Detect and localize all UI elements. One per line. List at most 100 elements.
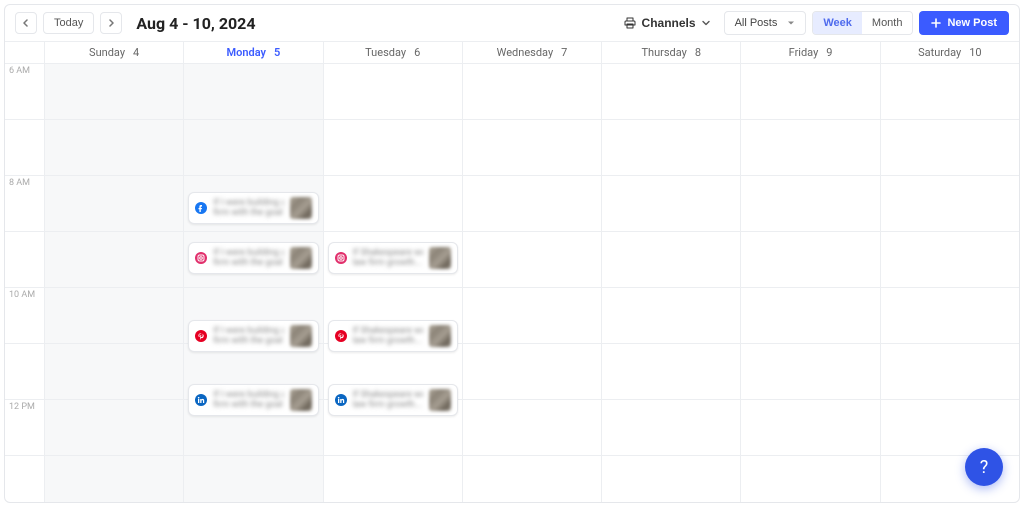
hour-cell[interactable] [463, 456, 601, 503]
channels-dropdown[interactable]: Channels [616, 11, 718, 35]
hour-cell[interactable] [881, 400, 1019, 456]
hour-cell[interactable] [324, 456, 462, 503]
day-name: Monday [227, 46, 266, 59]
new-post-button[interactable]: New Post [919, 11, 1009, 35]
hour-cell[interactable] [45, 400, 183, 456]
calendar-event[interactable]: If I were building a lawfirm with the go… [188, 320, 318, 352]
hour-cell[interactable] [881, 344, 1019, 400]
calendar-event[interactable]: If I were building a lawfirm with the go… [188, 384, 318, 416]
hour-cell[interactable] [741, 232, 879, 288]
day-column[interactable] [602, 64, 741, 503]
event-thumbnail [290, 247, 312, 269]
day-column[interactable]: If Shakespeare were alaw firm growth... I… [324, 64, 463, 503]
day-number: 4 [133, 46, 139, 59]
day-header-row: Sunday4Monday5Tuesday6Wednesday7Thursday… [5, 42, 1019, 64]
plus-icon [931, 18, 941, 28]
day-name: Thursday [641, 46, 686, 59]
facebook-icon [195, 202, 207, 214]
view-toggle: Week Month [812, 11, 913, 35]
day-name: Friday [789, 46, 819, 59]
day-column[interactable] [881, 64, 1019, 503]
calendar-scroll[interactable]: 6 AM8 AM10 AM12 PM2 PM If I were buildin… [5, 64, 1019, 503]
hour-cell[interactable] [45, 120, 183, 176]
hour-cell[interactable] [602, 288, 740, 344]
printer-icon [624, 17, 636, 29]
calendar-event[interactable]: If I were building a lawfirm with the go… [188, 242, 318, 274]
hour-cell[interactable] [463, 120, 601, 176]
hour-cell[interactable] [324, 120, 462, 176]
view-month-button[interactable]: Month [862, 12, 913, 34]
hour-cell[interactable] [741, 176, 879, 232]
view-week-button[interactable]: Week [813, 12, 862, 34]
day-header: Saturday10 [881, 42, 1019, 63]
hour-cell[interactable] [463, 64, 601, 120]
hour-cell[interactable] [45, 176, 183, 232]
toolbar: Today Aug 4 - 10, 2024 Channels All Post… [5, 5, 1019, 41]
calendar-event[interactable]: If I were building a lawfirm with the go… [188, 192, 318, 224]
day-name: Saturday [918, 46, 961, 59]
hour-cell[interactable] [741, 400, 879, 456]
hour-cell[interactable] [881, 176, 1019, 232]
hour-cell[interactable] [184, 456, 322, 503]
hour-cell[interactable] [463, 344, 601, 400]
day-name: Tuesday [365, 46, 406, 59]
hour-cell[interactable] [45, 344, 183, 400]
calendar-event[interactable]: If Shakespeare were alaw firm growth... [328, 384, 458, 416]
help-button[interactable]: ? [965, 448, 1003, 486]
hour-cell[interactable] [602, 232, 740, 288]
hour-cell[interactable] [741, 120, 879, 176]
event-thumbnail [429, 247, 451, 269]
hour-cell[interactable] [184, 64, 322, 120]
hour-cell[interactable] [45, 456, 183, 503]
calendar-event[interactable]: If Shakespeare were alaw firm growth... [328, 320, 458, 352]
hour-cell[interactable] [45, 288, 183, 344]
day-column[interactable] [741, 64, 880, 503]
hour-cell[interactable] [463, 232, 601, 288]
day-header: Thursday8 [602, 42, 741, 63]
hour-cell[interactable] [324, 64, 462, 120]
hour-cell[interactable] [881, 232, 1019, 288]
hour-cell[interactable] [602, 176, 740, 232]
hour-cell[interactable] [741, 288, 879, 344]
time-gutter-header [5, 42, 45, 63]
day-header: Friday9 [741, 42, 880, 63]
hour-cell[interactable] [602, 456, 740, 503]
day-column[interactable] [45, 64, 184, 503]
linkedin-icon [335, 394, 347, 406]
next-week-button[interactable] [100, 12, 122, 34]
hour-label: 6 AM [5, 64, 44, 120]
chevron-left-icon [22, 19, 30, 27]
day-header: Wednesday7 [463, 42, 602, 63]
instagram-icon [195, 252, 207, 264]
hour-cell[interactable] [463, 400, 601, 456]
hour-cell[interactable] [741, 456, 879, 503]
hour-cell[interactable] [324, 176, 462, 232]
hour-cell[interactable] [45, 64, 183, 120]
pinterest-icon [195, 330, 207, 342]
hour-cell[interactable] [463, 176, 601, 232]
hour-cell[interactable] [881, 120, 1019, 176]
hour-cell[interactable] [463, 288, 601, 344]
hour-cell[interactable] [741, 64, 879, 120]
hour-cell[interactable] [741, 344, 879, 400]
day-column[interactable] [463, 64, 602, 503]
event-thumbnail [429, 389, 451, 411]
hour-cell[interactable] [602, 400, 740, 456]
day-header: Tuesday6 [324, 42, 463, 63]
event-text: If I were building a lawfirm with the go… [213, 198, 283, 218]
hour-cell[interactable] [602, 344, 740, 400]
hour-cell[interactable] [881, 288, 1019, 344]
hour-cell[interactable] [184, 120, 322, 176]
event-thumbnail [429, 325, 451, 347]
calendar-event[interactable]: If Shakespeare were alaw firm growth... [328, 242, 458, 274]
day-header: Sunday4 [45, 42, 184, 63]
hour-cell[interactable] [881, 64, 1019, 120]
day-column[interactable]: If I were building a lawfirm with the go… [184, 64, 323, 503]
event-thumbnail [290, 197, 312, 219]
hour-cell[interactable] [602, 64, 740, 120]
prev-week-button[interactable] [15, 12, 37, 34]
hour-cell[interactable] [45, 232, 183, 288]
today-button[interactable]: Today [43, 12, 94, 34]
post-filter-dropdown[interactable]: All Posts [724, 11, 807, 35]
hour-cell[interactable] [602, 120, 740, 176]
